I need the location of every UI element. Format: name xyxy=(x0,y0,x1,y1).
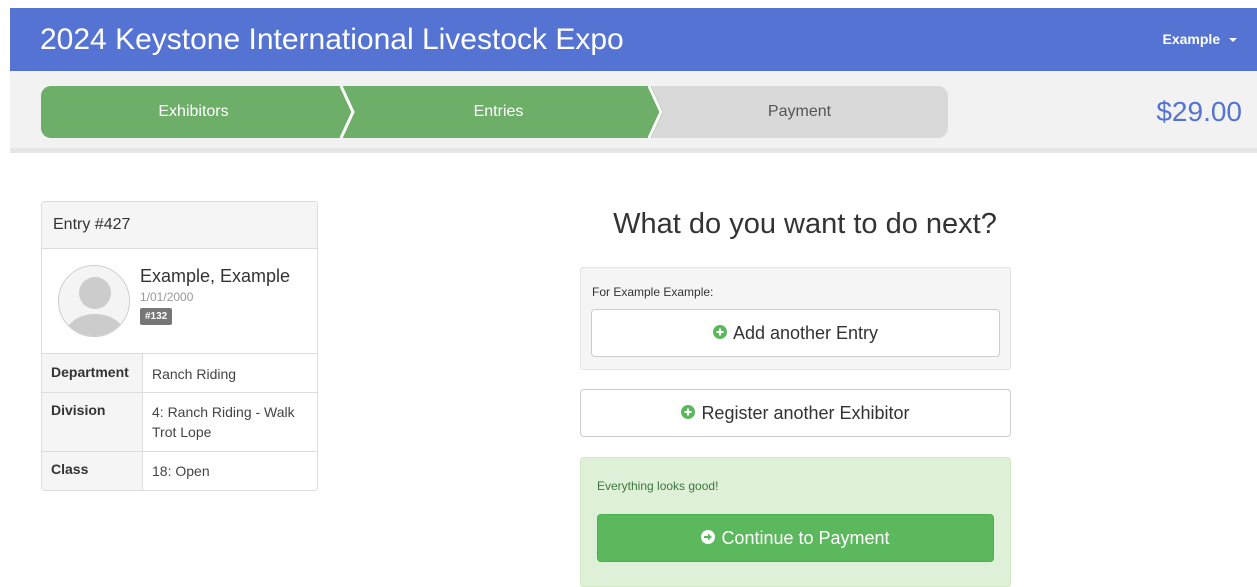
step-tracker: Exhibitors Entries Payment xyxy=(41,86,948,138)
step-separator-chevron-icon xyxy=(644,86,663,138)
info-label: Department xyxy=(42,354,143,392)
info-label: Division xyxy=(42,393,143,451)
status-message: Everything looks good! xyxy=(597,479,719,493)
exhibitor-profile: Example, Example 1/01/2000 #132 xyxy=(42,249,317,354)
user-menu-label: Example xyxy=(1162,31,1221,47)
status-alert: Everything looks good! Continue to Payme… xyxy=(580,457,1011,587)
register-exhibitor-label: Register another Exhibitor xyxy=(701,403,910,423)
step-exhibitors-label: Exhibitors xyxy=(158,103,229,120)
entry-heading: Entry #427 xyxy=(42,202,317,249)
for-exhibitor-label: For Example Example: xyxy=(592,285,714,299)
cart-total: $29.00 xyxy=(1156,96,1242,127)
caret-down-icon xyxy=(1229,38,1237,43)
user-menu-dropdown[interactable]: Example xyxy=(1163,30,1237,48)
exhibitor-number-badge: #132 xyxy=(140,308,173,325)
step-entries[interactable]: Entries xyxy=(343,86,654,138)
step-exhibitors[interactable]: Exhibitors xyxy=(41,86,346,138)
entry-summary-panel: Entry #427 Example, Example 1/01/2000 #1… xyxy=(41,201,318,491)
step-separator-chevron-icon xyxy=(336,86,355,138)
next-steps-heading: What do you want to do next? xyxy=(613,208,997,240)
info-row-division: Division 4: Ranch Riding - Walk Trot Lop… xyxy=(42,393,317,452)
info-value: Ranch Riding xyxy=(152,366,237,382)
arrow-circle-right-icon xyxy=(701,530,716,545)
step-payment-label: Payment xyxy=(767,103,832,120)
avatar-placeholder-icon xyxy=(58,265,130,337)
exhibitor-dob: 1/01/2000 xyxy=(140,290,194,304)
info-row-class: Class 18: Open xyxy=(42,452,317,490)
app-title[interactable]: 2024 Keystone International Livestock Ex… xyxy=(40,22,624,58)
info-row-department: Department Ranch Riding xyxy=(42,354,317,393)
plus-circle-icon xyxy=(712,325,727,340)
info-value: 18: Open xyxy=(152,463,210,479)
info-label: Class xyxy=(42,452,143,490)
exhibitor-name: Example, Example xyxy=(140,266,291,286)
exhibitor-actions-well: For Example Example: Add another Entry xyxy=(580,267,1011,370)
add-entry-label: Add another Entry xyxy=(732,323,879,343)
continue-to-payment-button[interactable]: Continue to Payment xyxy=(597,514,994,562)
step-payment[interactable]: Payment xyxy=(651,86,948,138)
add-entry-button[interactable]: Add another Entry xyxy=(591,309,1000,357)
top-navbar: 2024 Keystone International Livestock Ex… xyxy=(10,8,1257,71)
register-exhibitor-button[interactable]: Register another Exhibitor xyxy=(580,389,1011,437)
continue-to-payment-label: Continue to Payment xyxy=(721,528,890,548)
progress-bar: Exhibitors Entries Payment $29.00 xyxy=(10,71,1257,153)
info-value: 4: Ranch Riding - Walk Trot Lope xyxy=(152,404,295,440)
step-entries-label: Entries xyxy=(473,103,524,120)
plus-circle-icon xyxy=(681,405,696,420)
